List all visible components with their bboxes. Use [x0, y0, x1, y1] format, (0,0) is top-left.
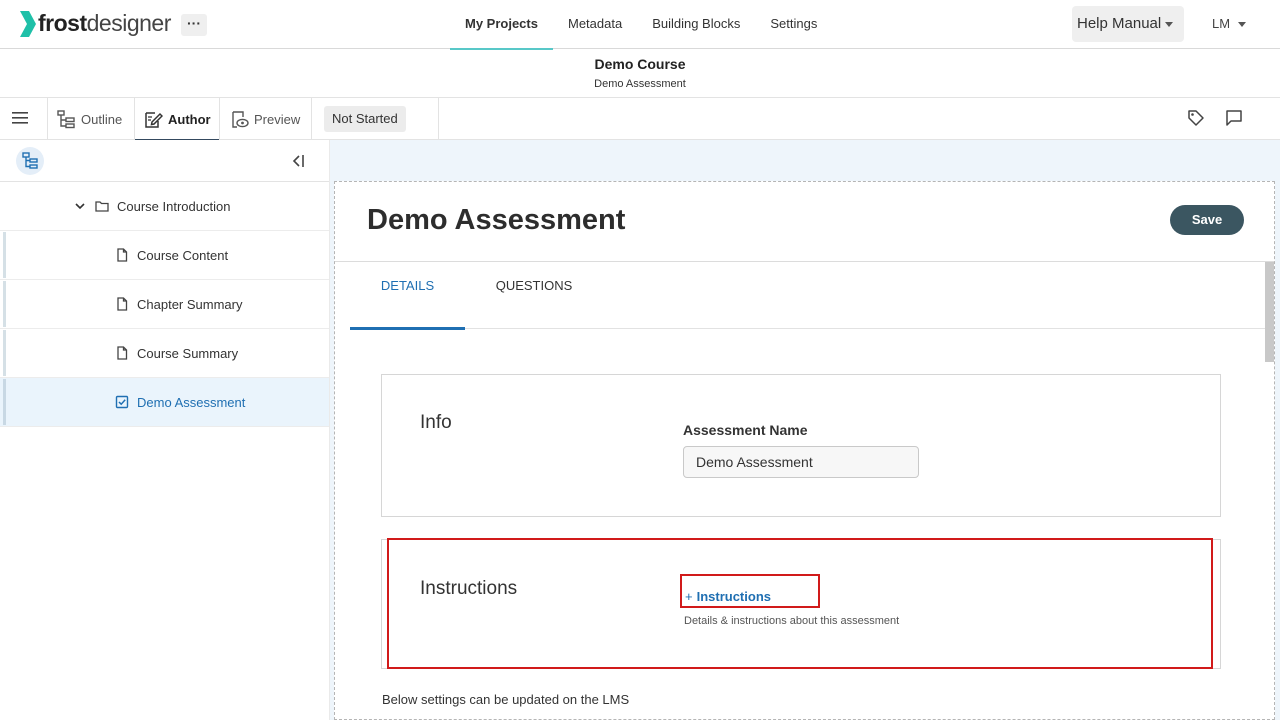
tree-item-label: Course Summary [137, 345, 239, 361]
top-navbar: frostdesigner ··· My Projects Metadata B… [0, 0, 1280, 50]
comment-icon[interactable] [1225, 109, 1243, 127]
page-icon [117, 346, 128, 360]
tree-indent-bar [3, 330, 6, 376]
tab-details[interactable]: DETAILS [350, 262, 465, 330]
tree-indent-bar [3, 379, 6, 425]
logo-chevron-icon [20, 10, 36, 37]
outline-tab[interactable]: Outline [57, 98, 127, 140]
tree-item-label: Demo Assessment [137, 394, 246, 410]
tree-item-course-content[interactable]: Course Content [0, 231, 329, 280]
info-section-label: Info [420, 412, 452, 433]
nav-metadata[interactable]: Metadata [553, 0, 637, 49]
instructions-help-text: Details & instructions about this assess… [684, 615, 900, 627]
caret-down-icon [1238, 22, 1247, 28]
tree-view-button[interactable] [16, 147, 44, 175]
tab-details-label: DETAILS [380, 278, 435, 293]
scrollbar[interactable] [1265, 262, 1274, 362]
sidebar-header [0, 140, 329, 182]
outline-sidebar: Course Introduction Course Content Chapt… [0, 140, 330, 720]
tree-folder-course-introduction[interactable]: Course Introduction [0, 182, 329, 231]
author-tab-label: Author [168, 111, 211, 127]
tree-indent-bar [3, 281, 6, 327]
course-title: Demo Course [594, 56, 686, 72]
plus-icon: + [685, 589, 693, 604]
preview-tab[interactable]: Preview [230, 98, 304, 140]
help-manual-dropdown[interactable]: Help Manual [1072, 6, 1184, 42]
tag-icon[interactable] [1187, 109, 1205, 127]
add-instructions-label: Instructions [696, 589, 771, 604]
more-options-button[interactable]: ··· [181, 14, 207, 36]
nav-settings[interactable]: Settings [755, 0, 832, 49]
caret-down-icon [1165, 21, 1174, 27]
editor-tabs: DETAILS QUESTIONS [350, 262, 1265, 330]
assessment-name-input[interactable]: Demo Assessment [683, 446, 919, 478]
tree-item-label: Course Content [137, 247, 229, 263]
tree-item-label: Course Introduction [117, 198, 231, 214]
tab-questions-label: QUESTIONS [495, 278, 573, 293]
toolbar-divider [219, 98, 220, 140]
user-menu[interactable]: LM [1212, 16, 1247, 31]
tree-item-label: Chapter Summary [137, 296, 243, 312]
toolbar-divider [311, 98, 312, 140]
folder-icon [95, 201, 109, 212]
preview-tab-label: Preview [254, 111, 301, 127]
editor-toolbar: Outline Author Preview [0, 98, 1280, 141]
nav-my-projects[interactable]: My Projects [450, 0, 553, 50]
save-button[interactable]: Save [1170, 205, 1244, 235]
info-card: Info Assessment Name Demo Assessment [381, 374, 1221, 517]
outline-tree-icon [57, 109, 75, 128]
assessment-editor-panel: Demo Assessment Save DETAILS QUESTIONS I… [334, 181, 1275, 720]
toolbar-divider [438, 98, 439, 140]
toolbar-divider [47, 98, 48, 140]
tab-questions[interactable]: QUESTIONS [484, 262, 584, 329]
tree-view-icon [22, 152, 38, 169]
course-subtitle: Demo Assessment [594, 78, 686, 90]
page-title: Demo Assessment [367, 204, 626, 236]
help-manual-label: Help Manual [1077, 15, 1162, 32]
collapse-sidebar-icon[interactable] [290, 153, 306, 169]
main-nav: My Projects Metadata Building Blocks Set… [450, 0, 832, 50]
chevron-down-icon[interactable] [74, 200, 86, 212]
course-header: Demo Course Demo Assessment [0, 49, 1280, 98]
tree-item-course-summary[interactable]: Course Summary [0, 329, 329, 378]
tree-item-chapter-summary[interactable]: Chapter Summary [0, 280, 329, 329]
outline-tab-label: Outline [81, 111, 123, 127]
user-initials: LM [1212, 16, 1231, 31]
preview-eye-icon [232, 110, 249, 128]
hamburger-menu-icon[interactable] [12, 111, 28, 125]
nav-building-blocks[interactable]: Building Blocks [637, 0, 755, 49]
author-edit-icon [145, 111, 163, 128]
tree-indent-bar [3, 232, 6, 278]
page-icon [117, 248, 128, 262]
add-instructions-button[interactable]: + Instructions [685, 589, 771, 604]
brand-name: frostdesigner [38, 10, 171, 36]
author-tab[interactable]: Author [135, 98, 219, 141]
frost-designer-logo[interactable]: frostdesigner [20, 10, 171, 37]
page-icon [117, 297, 128, 311]
status-badge[interactable]: Not Started [324, 106, 406, 132]
tree-item-demo-assessment[interactable]: Demo Assessment [0, 378, 329, 427]
assessment-checkbox-icon [115, 395, 129, 409]
lms-settings-note: Below settings can be updated on the LMS [382, 692, 630, 707]
assessment-name-label: Assessment Name [683, 422, 808, 438]
